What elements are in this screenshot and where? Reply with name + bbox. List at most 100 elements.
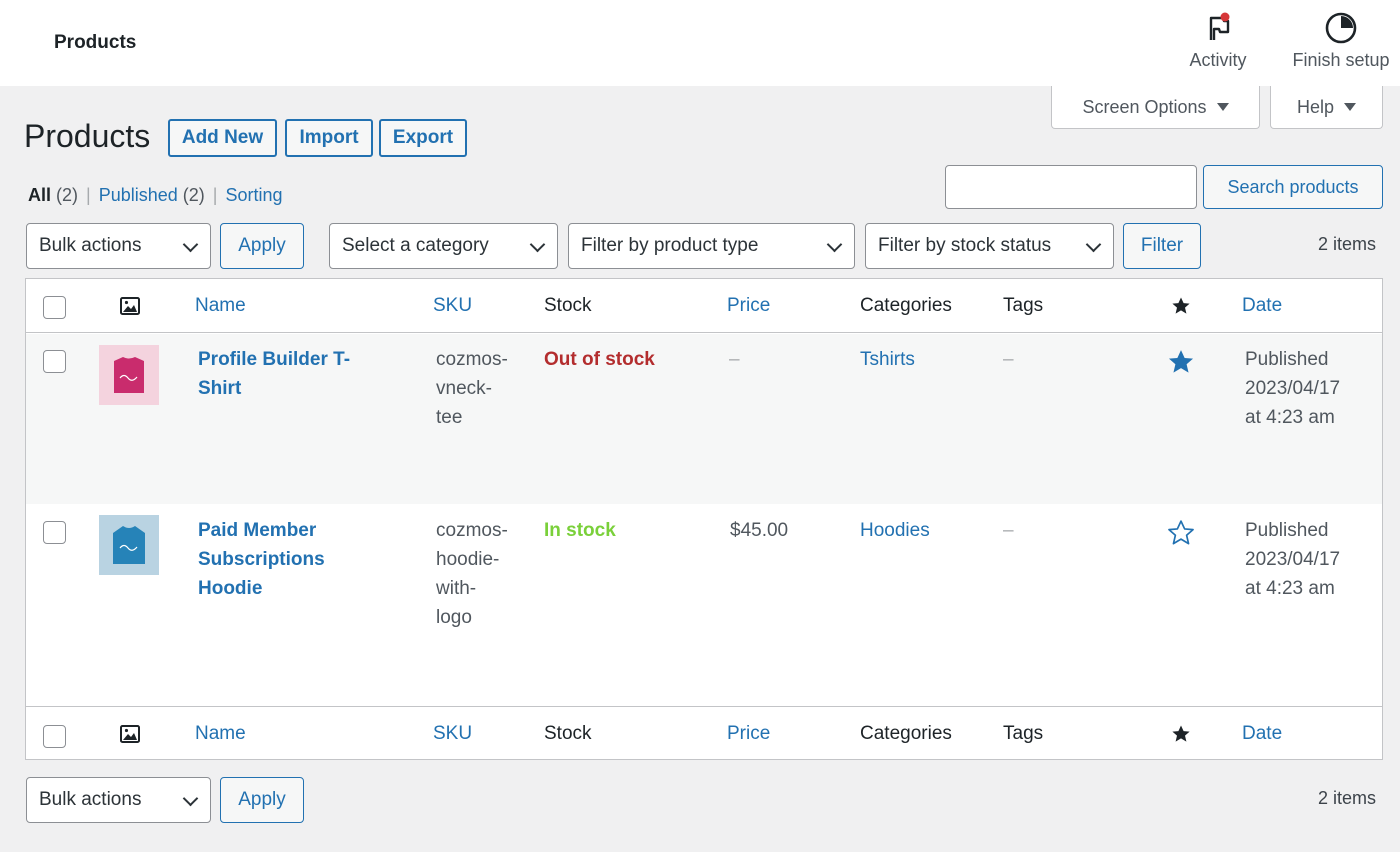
column-date[interactable]: Date: [1242, 295, 1282, 317]
column-tags: Tags: [1003, 295, 1044, 316]
category-select[interactable]: Select a category: [329, 223, 558, 269]
table-footer: Name SKU Stock Price Categories Tags Dat…: [26, 706, 1382, 760]
star-icon[interactable]: [1171, 296, 1191, 316]
product-price: –: [729, 349, 740, 370]
view-filters: All (2) | Published (2) | Sorting: [28, 185, 283, 206]
screen-options-label: Screen Options: [1082, 96, 1207, 117]
chevron-down-icon: [182, 236, 199, 253]
apply-button[interactable]: Apply: [220, 223, 304, 269]
product-sku: cozmos- vneck- tee: [436, 345, 532, 432]
column-name[interactable]: Name: [195, 295, 246, 317]
flag-icon: [1209, 12, 1230, 40]
progress-circle-icon: [1325, 12, 1357, 44]
date-line: at 4:23 am: [1245, 407, 1335, 428]
activity-label: Activity: [1189, 50, 1247, 70]
column-stock: Stock: [544, 723, 592, 744]
chevron-down-icon: [529, 236, 546, 253]
help-button[interactable]: Help: [1270, 86, 1383, 129]
screen-options-button[interactable]: Screen Options: [1051, 86, 1260, 129]
product-category-link[interactable]: Hoodies: [860, 516, 930, 545]
add-new-button[interactable]: Add New: [168, 119, 277, 157]
product-category-link[interactable]: Tshirts: [860, 345, 915, 374]
image-icon: [120, 297, 140, 315]
product-name-link[interactable]: Profile Builder T- Shirt: [198, 345, 398, 403]
chevron-down-icon: [1085, 236, 1102, 253]
product-thumbnail[interactable]: [99, 515, 159, 575]
sku-line: with-: [436, 578, 477, 599]
search-products-button[interactable]: Search products: [1203, 165, 1383, 209]
column-tags: Tags: [1003, 723, 1044, 744]
sku-line: hoodie-: [436, 549, 500, 570]
bulk-actions-value: Bulk actions: [39, 235, 142, 256]
search-input[interactable]: [945, 165, 1197, 209]
product-tags: –: [1003, 520, 1014, 541]
stock-status: In stock: [544, 520, 616, 541]
table-header: Name SKU Stock Price Categories Tags Dat…: [26, 279, 1382, 333]
date-line: 2023/04/17: [1245, 549, 1341, 570]
caret-down-icon: [1216, 103, 1229, 111]
items-count: 2 items: [1318, 234, 1377, 254]
stock-status-select[interactable]: Filter by stock status: [865, 223, 1114, 269]
view-published-label: Published: [98, 185, 178, 205]
stock-status: Out of stock: [544, 349, 655, 370]
category-value: Select a category: [342, 235, 489, 256]
product-type-value: Filter by product type: [581, 235, 759, 256]
date-line: Published: [1245, 349, 1329, 370]
sku-line: logo: [436, 607, 472, 628]
product-thumbnail[interactable]: [99, 345, 159, 405]
featured-star-icon[interactable]: [1167, 348, 1195, 376]
finish-setup-button[interactable]: Finish setup: [1282, 10, 1400, 71]
bulk-actions-select[interactable]: Bulk actions: [26, 223, 211, 269]
column-categories: Categories: [860, 723, 952, 744]
products-table: Name SKU Stock Price Categories Tags Dat…: [25, 278, 1383, 760]
bulk-actions-select-bottom[interactable]: Bulk actions: [26, 777, 211, 823]
select-all-checkbox[interactable]: [43, 725, 66, 748]
featured-star-outline-icon[interactable]: [1167, 519, 1195, 547]
product-name-line: Subscriptions: [198, 549, 325, 570]
column-sku[interactable]: SKU: [433, 723, 472, 745]
product-name-line: Paid Member: [198, 520, 317, 541]
view-sorting[interactable]: Sorting: [225, 185, 282, 206]
product-type-select[interactable]: Filter by product type: [568, 223, 855, 269]
view-all-label: All: [28, 185, 52, 205]
import-button[interactable]: Import: [285, 119, 373, 157]
bulk-actions-value: Bulk actions: [39, 789, 142, 810]
apply-button-bottom[interactable]: Apply: [220, 777, 304, 823]
product-price: $45.00: [730, 520, 789, 541]
view-published-count: (2): [182, 185, 205, 205]
product-name-line: Shirt: [198, 378, 242, 399]
column-price[interactable]: Price: [727, 723, 770, 745]
product-name-link[interactable]: Paid Member Subscriptions Hoodie: [198, 516, 398, 603]
sku-line: vneck-: [436, 378, 492, 399]
product-date: Published 2023/04/17 at 4:23 am: [1245, 516, 1375, 603]
finish-setup-label: Finish setup: [1292, 50, 1390, 70]
product-name-line: Hoodie: [198, 578, 263, 599]
date-line: 2023/04/17: [1245, 378, 1341, 399]
view-all[interactable]: All (2): [28, 185, 78, 206]
row-checkbox[interactable]: [43, 521, 66, 544]
filter-button[interactable]: Filter: [1123, 223, 1201, 269]
column-price[interactable]: Price: [727, 295, 770, 317]
image-icon: [120, 725, 140, 743]
column-categories: Categories: [860, 295, 952, 316]
column-name[interactable]: Name: [195, 723, 246, 745]
sku-line: tee: [436, 407, 463, 428]
chevron-down-icon: [182, 790, 199, 807]
product-name-line: Profile Builder T-: [198, 349, 351, 370]
hoodie-icon: [113, 526, 145, 564]
view-separator: |: [86, 185, 91, 205]
sku-line: cozmos-: [436, 349, 508, 370]
export-button[interactable]: Export: [379, 119, 467, 157]
items-count-bottom: 2 items: [1318, 788, 1377, 808]
sku-line: cozmos-: [436, 520, 508, 541]
date-line: at 4:23 am: [1245, 578, 1335, 599]
select-all-checkbox[interactable]: [43, 296, 66, 319]
product-date: Published 2023/04/17 at 4:23 am: [1245, 345, 1375, 432]
help-label: Help: [1296, 96, 1335, 117]
row-checkbox[interactable]: [43, 350, 66, 373]
view-published[interactable]: Published (2): [99, 185, 205, 206]
star-icon[interactable]: [1171, 724, 1191, 744]
column-date[interactable]: Date: [1242, 723, 1282, 745]
column-sku[interactable]: SKU: [433, 295, 472, 317]
activity-button[interactable]: Activity: [1176, 10, 1260, 71]
